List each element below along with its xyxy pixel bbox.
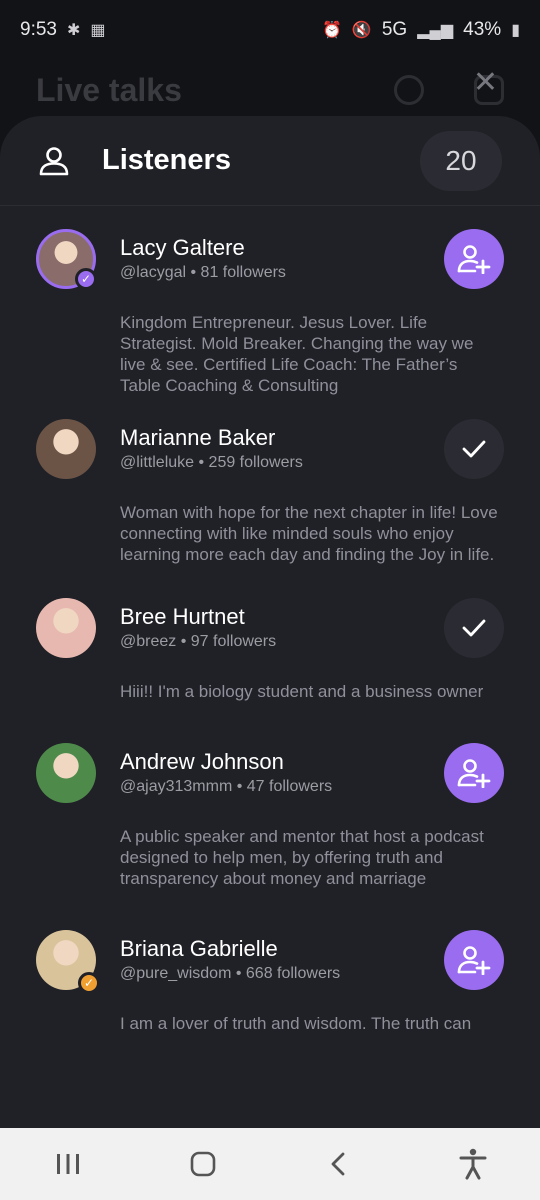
listener-item[interactable]: Andrew Johnson @ajay313mmm • 47 follower… bbox=[0, 702, 540, 889]
avatar[interactable] bbox=[36, 419, 96, 479]
listener-item[interactable]: ✓ Lacy Galtere @lacygal • 81 followers K… bbox=[0, 206, 540, 396]
accessibility-icon bbox=[459, 1148, 486, 1180]
signal-icon: ▂▄▆ bbox=[417, 22, 454, 39]
listener-bio: Hiii!! I'm a biology student and a busin… bbox=[120, 682, 484, 701]
close-icon[interactable]: ✕ bbox=[473, 65, 498, 100]
listener-handle: @lacygal • 81 followers bbox=[120, 264, 286, 281]
battery-icon: ▮ bbox=[511, 22, 520, 39]
listener-handle: @breez • 97 followers bbox=[120, 633, 277, 650]
listener-handle: @pure_wisdom • 668 followers bbox=[120, 965, 341, 982]
following-button[interactable] bbox=[444, 598, 504, 658]
mute-icon: 🔇 bbox=[351, 22, 372, 39]
home-icon bbox=[190, 1151, 215, 1177]
recent-apps-icon bbox=[56, 1154, 79, 1174]
follow-button[interactable] bbox=[444, 229, 504, 289]
listener-item[interactable]: ✓ Briana Gabrielle @pure_wisdom • 668 fo… bbox=[0, 889, 540, 1034]
home-button[interactable] bbox=[173, 1134, 233, 1194]
add-person-icon bbox=[457, 759, 491, 788]
follow-button[interactable] bbox=[444, 743, 504, 803]
add-person-icon bbox=[457, 245, 491, 274]
status-time: 9:53 bbox=[20, 19, 57, 40]
recent-apps-button[interactable] bbox=[38, 1134, 98, 1194]
avatar[interactable]: ✓ bbox=[36, 229, 97, 290]
listener-name[interactable]: Marianne Baker bbox=[120, 424, 303, 452]
checkmark-icon bbox=[462, 440, 486, 458]
background-header: Live talks bbox=[0, 60, 540, 120]
verified-badge-icon: ✓ bbox=[78, 972, 100, 994]
checkmark-icon bbox=[462, 619, 486, 637]
person-icon bbox=[39, 146, 69, 175]
listener-count: 20 bbox=[420, 130, 502, 191]
listener-handle: @littleluke • 259 followers bbox=[120, 454, 303, 471]
verified-badge-icon: ✓ bbox=[75, 268, 97, 290]
alarm-icon: ⏰ bbox=[322, 22, 342, 39]
chat-icon bbox=[394, 75, 424, 105]
back-icon bbox=[331, 1152, 344, 1176]
listener-item[interactable]: Marianne Baker @littleluke • 259 followe… bbox=[0, 396, 540, 565]
calendar-icon: ▦ bbox=[90, 22, 106, 39]
listener-name[interactable]: Andrew Johnson bbox=[120, 748, 332, 776]
background-title: Live talks bbox=[36, 71, 182, 108]
add-person-icon bbox=[457, 946, 491, 975]
follow-button[interactable] bbox=[444, 930, 504, 990]
listeners-sheet: Listeners 20 ✓ Lacy Galtere @lacygal • 8… bbox=[0, 116, 540, 1128]
network-label: 5G bbox=[381, 19, 408, 40]
listener-item[interactable]: Bree Hurtnet @breez • 97 followers Hiii!… bbox=[0, 565, 540, 702]
avatar[interactable]: ✓ bbox=[36, 930, 100, 994]
notification-icon: ✱ bbox=[66, 22, 81, 39]
back-button[interactable] bbox=[308, 1134, 368, 1194]
listener-list: ✓ Lacy Galtere @lacygal • 81 followers K… bbox=[0, 206, 540, 1034]
battery-label: 43% bbox=[463, 19, 502, 40]
navigation-bar bbox=[0, 1128, 540, 1200]
avatar[interactable] bbox=[36, 598, 96, 658]
following-button[interactable] bbox=[444, 419, 504, 479]
status-bar: 9:53 ✱ ▦ ⏰ 🔇 5G ▂▄▆ 43% ▮ bbox=[0, 0, 540, 60]
listener-bio: A public speaker and mentor that host a … bbox=[120, 827, 484, 888]
listener-bio: Kingdom Entrepreneur. Jesus Lover. Life … bbox=[120, 313, 474, 395]
accessibility-button[interactable] bbox=[443, 1134, 503, 1194]
listener-bio: Woman with hope for the next chapter in … bbox=[120, 503, 498, 564]
listener-handle: @ajay313mmm • 47 followers bbox=[120, 778, 333, 795]
listener-name[interactable]: Lacy Galtere bbox=[120, 234, 286, 262]
avatar[interactable] bbox=[36, 743, 96, 803]
listener-bio: I am a lover of truth and wisdom. The tr… bbox=[120, 1014, 472, 1033]
sheet-header: Listeners 20 bbox=[0, 116, 540, 206]
listener-name[interactable]: Bree Hurtnet bbox=[120, 603, 276, 631]
listener-name[interactable]: Briana Gabrielle bbox=[120, 935, 340, 963]
sheet-title: Listeners bbox=[102, 144, 231, 176]
